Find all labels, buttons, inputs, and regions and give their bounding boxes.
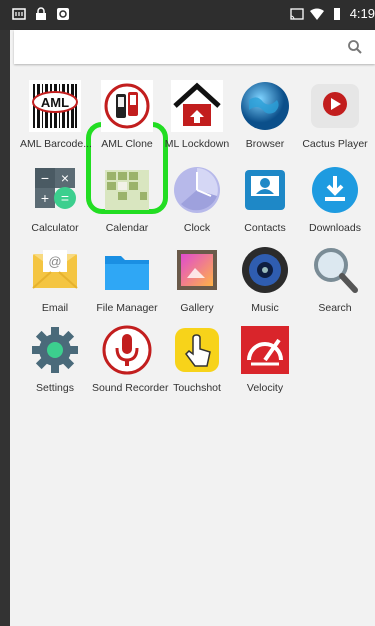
gear-icon	[29, 324, 81, 376]
battery-icon	[333, 7, 340, 20]
clock-icon	[171, 164, 223, 216]
app-gallery[interactable]: Gallery	[162, 244, 232, 314]
app-settings[interactable]: Settings	[20, 324, 90, 394]
app-aml-lockdown[interactable]: ML Lockdown	[162, 80, 232, 150]
app-drawer: AML AML Barcode... AML Clone ML Lockdown…	[10, 30, 375, 626]
app-label: Music	[251, 302, 279, 314]
scan-icon	[12, 8, 26, 20]
app-sound-recorder[interactable]: Sound Recorder	[92, 324, 169, 394]
app-music[interactable]: Music	[230, 244, 300, 314]
app-label: Contacts	[244, 222, 286, 234]
aml-barcode-icon: AML	[29, 80, 81, 132]
app-label: Settings	[36, 382, 74, 394]
velocity-icon	[239, 324, 291, 376]
app-label: Calendar	[105, 222, 149, 234]
app-file-manager[interactable]: File Manager	[92, 244, 162, 314]
svg-text:−: −	[41, 170, 49, 186]
sync-icon	[57, 8, 69, 20]
app-calculator[interactable]: − × + = Calculator	[20, 164, 90, 234]
app-contacts[interactable]: Contacts	[230, 164, 300, 234]
app-label: AML Barcode...	[20, 138, 92, 150]
speaker-icon	[239, 244, 291, 296]
app-label: ML Lockdown	[164, 138, 230, 150]
aml-lockdown-icon	[171, 80, 223, 132]
app-label: Email	[41, 302, 69, 314]
app-label: Browser	[245, 138, 285, 150]
app-aml-barcode[interactable]: AML AML Barcode...	[20, 80, 92, 150]
app-label: Cactus Player	[302, 138, 368, 150]
app-label: File Manager	[96, 302, 158, 314]
globe-icon	[239, 80, 291, 132]
app-aml-clone[interactable]: AML Clone	[92, 80, 162, 150]
app-label: Velocity	[246, 382, 284, 394]
wifi-icon	[309, 8, 324, 20]
search-icon[interactable]	[347, 39, 363, 55]
search-bar[interactable]	[14, 30, 375, 64]
folder-icon	[101, 244, 153, 296]
status-bar: 4:19	[0, 0, 375, 30]
aml-clone-icon	[101, 80, 153, 132]
calendar-icon	[101, 164, 153, 216]
app-downloads[interactable]: Downloads	[300, 164, 370, 234]
svg-text:AML: AML	[41, 95, 69, 110]
gallery-icon	[171, 244, 223, 296]
app-label: Touchshot	[173, 382, 221, 394]
app-email[interactable]: @ Email	[20, 244, 90, 314]
app-label: AML Clone	[101, 138, 153, 150]
svg-text:=: =	[61, 190, 69, 206]
lock-icon	[36, 7, 46, 20]
app-clock[interactable]: Clock	[162, 164, 232, 234]
app-label: Clock	[183, 222, 211, 234]
contacts-icon	[239, 164, 291, 216]
email-icon: @	[29, 244, 81, 296]
svg-text:+: +	[41, 190, 49, 206]
app-label: Calculator	[31, 222, 79, 234]
app-label: Downloads	[309, 222, 361, 234]
app-touchshot[interactable]: Touchshot	[162, 324, 232, 394]
clock-time: 4:19	[349, 6, 375, 21]
app-label: Search	[318, 302, 352, 314]
app-label: Gallery	[180, 302, 214, 314]
svg-text:@: @	[48, 254, 61, 269]
download-icon	[309, 164, 361, 216]
svg-text:×: ×	[61, 170, 69, 186]
app-velocity[interactable]: Velocity	[230, 324, 300, 394]
app-label: Sound Recorder	[92, 382, 169, 394]
cast-icon	[290, 7, 304, 20]
app-cactus-player[interactable]: Cactus Player	[300, 80, 370, 150]
app-browser[interactable]: Browser	[230, 80, 300, 150]
microphone-icon	[101, 324, 153, 376]
play-icon	[309, 80, 361, 132]
app-search[interactable]: Search	[300, 244, 370, 314]
calculator-icon: − × + =	[29, 164, 81, 216]
hand-pointer-icon	[171, 324, 223, 376]
magnifier-icon	[309, 244, 361, 296]
app-calendar[interactable]: Calendar	[92, 164, 162, 234]
